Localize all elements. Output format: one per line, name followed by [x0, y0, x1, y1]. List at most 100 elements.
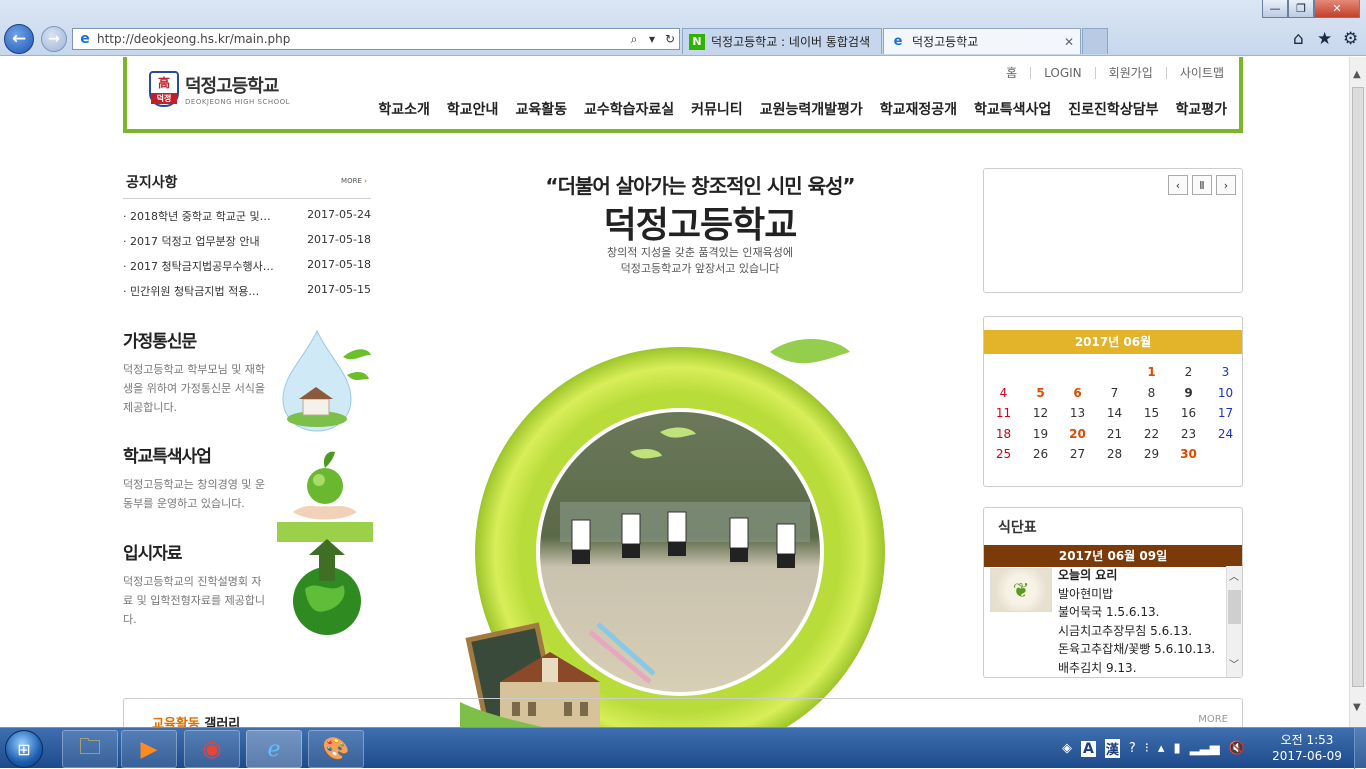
- minimize-button[interactable]: —: [1262, 0, 1288, 18]
- signal-icon[interactable]: ▂▃▅: [1190, 741, 1220, 756]
- calendar-day[interactable]: 3: [1207, 362, 1244, 383]
- nav-item[interactable]: 커뮤니티: [691, 99, 743, 119]
- dropdown-icon[interactable]: ▾: [643, 32, 661, 46]
- calendar-day[interactable]: 23: [1170, 424, 1207, 445]
- notice-item[interactable]: · 2018학년 중학교 학교군 및… 2017-05-24: [123, 208, 371, 224]
- help-icon[interactable]: ?: [1129, 741, 1136, 756]
- calendar-day[interactable]: 8: [1133, 383, 1170, 404]
- favorites-star-icon[interactable]: ★: [1317, 29, 1332, 49]
- calendar-day[interactable]: 10: [1207, 383, 1244, 404]
- ie-page-icon: e: [893, 34, 903, 49]
- battery-icon[interactable]: ▮: [1173, 741, 1180, 756]
- volume-muted-icon[interactable]: 🔇: [1229, 741, 1245, 756]
- util-sitemap-link[interactable]: 사이트맵: [1165, 67, 1237, 79]
- system-clock[interactable]: 오전 1:53 2017-06-09: [1266, 732, 1348, 764]
- calendar-day[interactable]: 17: [1207, 403, 1244, 424]
- media-player-taskbar-button[interactable]: ▶: [121, 730, 177, 768]
- calendar-day[interactable]: 6: [1059, 383, 1096, 404]
- calendar-day[interactable]: 7: [1096, 383, 1133, 404]
- nav-item[interactable]: 교육활동: [515, 99, 567, 119]
- promo-newsletter[interactable]: 가정통신문 덕정고등학교 학부모님 및 재학생을 위하여 가정통신문 서식을 제…: [123, 327, 373, 437]
- pause-icon[interactable]: Ⅱ: [1192, 175, 1212, 195]
- chevron-up-icon[interactable]: ▲: [1353, 69, 1361, 80]
- nav-item[interactable]: 교수학습자료실: [584, 99, 674, 119]
- gallery-more-link[interactable]: MORE: [1198, 714, 1228, 725]
- calendar-day[interactable]: 4: [985, 383, 1022, 404]
- ime-toolbar-icon[interactable]: ◈: [1062, 741, 1072, 756]
- ime-mode-a[interactable]: A: [1081, 740, 1096, 757]
- calendar-day[interactable]: 22: [1133, 424, 1170, 445]
- forward-button[interactable]: →: [41, 26, 67, 52]
- calendar-day[interactable]: 12: [1022, 403, 1059, 424]
- notice-item[interactable]: · 민간위원 청탁금지법 적용… 2017-05-15: [123, 283, 371, 299]
- gear-icon[interactable]: ⚙: [1343, 29, 1358, 49]
- calendar-day[interactable]: 1: [1133, 362, 1170, 383]
- close-window-button[interactable]: ✕: [1314, 0, 1360, 18]
- address-url[interactable]: http://deokjeong.hs.kr/main.php: [97, 32, 625, 46]
- page-scroll-thumb[interactable]: [1352, 87, 1364, 687]
- calendar-day[interactable]: 27: [1059, 444, 1096, 465]
- page-scrollbar[interactable]: ▲ ▼: [1349, 57, 1366, 727]
- calendar-day[interactable]: 11: [985, 403, 1022, 424]
- close-tab-icon[interactable]: ✕: [1064, 35, 1074, 49]
- calendar-day[interactable]: 21: [1096, 424, 1133, 445]
- calendar-day[interactable]: 25: [985, 444, 1022, 465]
- internet-explorer-taskbar-button[interactable]: ℯ: [246, 730, 302, 768]
- nav-item[interactable]: 학교평가: [1175, 99, 1227, 119]
- calendar-day[interactable]: 24: [1207, 424, 1244, 445]
- calendar-day[interactable]: 9: [1170, 383, 1207, 404]
- calendar-day[interactable]: 26: [1022, 444, 1059, 465]
- nav-item[interactable]: 학교특색사업: [974, 99, 1051, 119]
- promo-special-program[interactable]: 학교특색사업 덕정고등학교는 창의경영 및 운동부를 운영하고 있습니다.: [123, 442, 373, 552]
- start-button[interactable]: ⊞: [5, 730, 43, 768]
- util-join-link[interactable]: 회원가입: [1094, 67, 1166, 79]
- address-bar[interactable]: e http://deokjeong.hs.kr/main.php ⌕ ▾ ↻: [72, 28, 680, 50]
- file-explorer-taskbar-button[interactable]: 🗀: [62, 730, 118, 768]
- notice-item[interactable]: · 2017 덕정고 업무분장 안내 2017-05-18: [123, 233, 371, 249]
- calendar-day[interactable]: 13: [1059, 403, 1096, 424]
- search-icon[interactable]: ⌕: [625, 32, 643, 47]
- chevron-left-icon[interactable]: ‹: [1168, 175, 1188, 195]
- chevron-down-icon[interactable]: ▼: [1353, 702, 1361, 713]
- site-logo[interactable]: 高 덕정 덕정고등학교 DEOKJEONG HIGH SCHOOL: [149, 71, 290, 107]
- calendar-day[interactable]: 28: [1096, 444, 1133, 465]
- calendar-day[interactable]: 20: [1059, 424, 1096, 445]
- chevron-down-icon[interactable]: ﹀: [1229, 656, 1239, 671]
- calendar-day[interactable]: 18: [985, 424, 1022, 445]
- ime-hanja[interactable]: 漢: [1104, 739, 1120, 758]
- maximize-button[interactable]: ❐: [1288, 0, 1314, 18]
- new-tab-button[interactable]: [1082, 28, 1108, 54]
- show-hidden-icons[interactable]: ▴: [1158, 741, 1165, 756]
- notice-item[interactable]: · 2017 청탁금지법공무수행사… 2017-05-18: [123, 258, 371, 274]
- tab-naver-search[interactable]: N 덕정고등학교 : 네이버 통합검색: [682, 28, 882, 54]
- tray-expand-icon[interactable]: ⁝: [1145, 741, 1149, 756]
- util-home-link[interactable]: 홈: [993, 67, 1030, 79]
- meal-scroll-thumb[interactable]: [1228, 590, 1241, 624]
- chrome-taskbar-button[interactable]: ◉: [184, 730, 240, 768]
- calendar-day[interactable]: 14: [1096, 403, 1133, 424]
- chevron-up-icon[interactable]: ︿: [1229, 568, 1239, 583]
- nav-item[interactable]: 학교재정공개: [880, 99, 957, 119]
- nav-item[interactable]: 학교소개: [378, 99, 430, 119]
- nav-item[interactable]: 진로진학상담부: [1068, 99, 1158, 119]
- calendar-day[interactable]: 29: [1133, 444, 1170, 465]
- calendar-day[interactable]: 2: [1170, 362, 1207, 383]
- notice-more-link[interactable]: MORE ›: [341, 177, 367, 185]
- calendar-day[interactable]: 5: [1022, 383, 1059, 404]
- calendar-day[interactable]: 19: [1022, 424, 1059, 445]
- chevron-right-icon[interactable]: ›: [1216, 175, 1236, 195]
- home-icon[interactable]: ⌂: [1293, 29, 1304, 49]
- promo-admission[interactable]: 입시자료 덕정고등학교의 진학설명회 자료 및 입학전형자료를 제공합니다.: [123, 539, 373, 649]
- nav-item[interactable]: 학교안내: [447, 99, 499, 119]
- util-login-link[interactable]: LOGIN: [1030, 67, 1095, 79]
- calendar-day[interactable]: 30: [1170, 444, 1207, 465]
- refresh-icon[interactable]: ↻: [661, 32, 679, 46]
- show-desktop-button[interactable]: [1354, 728, 1366, 769]
- calendar-day[interactable]: 15: [1133, 403, 1170, 424]
- nav-item[interactable]: 교원능력개발평가: [760, 99, 863, 119]
- back-button[interactable]: ←: [4, 24, 34, 54]
- tab-deokjeong[interactable]: e 덕정고등학교 ✕: [883, 28, 1081, 54]
- calendar-day[interactable]: 16: [1170, 403, 1207, 424]
- meal-scrollbar[interactable]: ︿ ﹀: [1226, 566, 1242, 677]
- paint-taskbar-button[interactable]: 🎨: [308, 730, 364, 768]
